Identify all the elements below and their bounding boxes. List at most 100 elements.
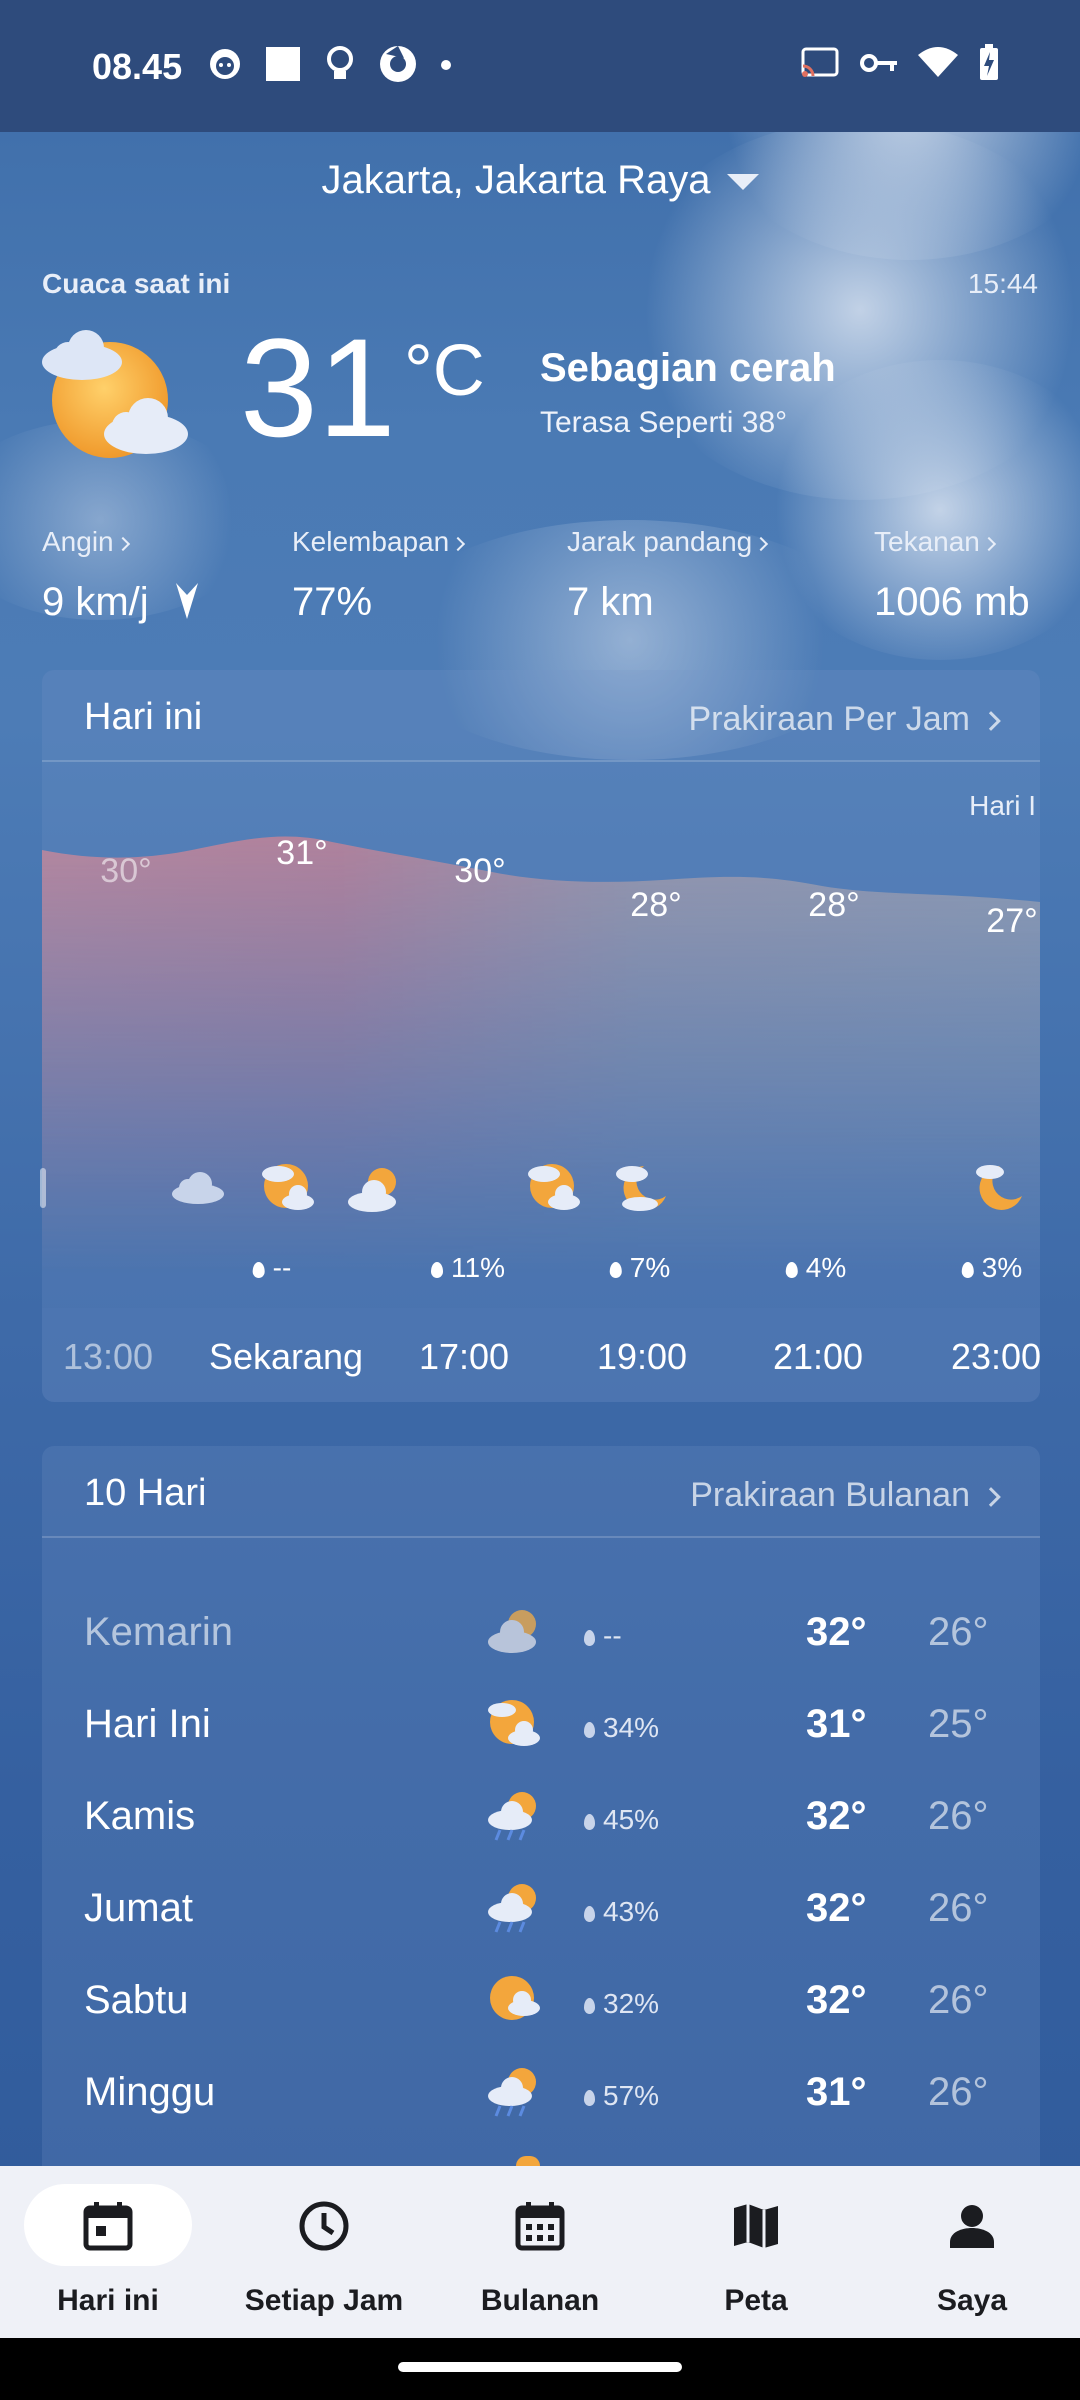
hourly-temp: 27° [986,902,1038,940]
raindrop-icon [252,1262,265,1278]
chevron-right-icon [981,711,1001,731]
day-marker: Hari I [969,790,1036,821]
day-precip: 57% [603,2080,660,2111]
cat-notification-icon [208,47,242,86]
hourly-time[interactable]: 13:00 [63,1336,153,1378]
hourly-time[interactable]: Sekarang [209,1336,363,1378]
raindrop-icon [584,1630,595,1646]
day-name: Hari Ini [84,1702,211,1746]
updated-time: 15:44 [967,268,1038,299]
nav-profile[interactable]: Saya [864,2166,1080,2338]
daily-row[interactable]: Jumat 43% 32° 26° [42,1862,1040,1954]
daily-row[interactable]: Kemarin -- 32° 26° [42,1586,1040,1678]
day-high: 32° [806,1886,867,1930]
hourly-precip: 3% [961,1252,1023,1284]
day-low: 26° [928,1978,989,2022]
aperture-icon [378,44,418,89]
day-precip: 45% [603,1804,660,1835]
rain-sun-icon [486,1880,542,1936]
vpn-key-icon [860,51,898,80]
partial-day-icon [516,2156,540,2166]
partly-cloudy-icon [486,1696,542,1752]
cast-icon [800,46,840,85]
hourly-precip: 4% [785,1252,846,1284]
home-indicator[interactable] [398,2362,682,2372]
day-low: 26° [928,1886,989,1930]
day-low: 26° [928,1794,989,1838]
partly-cloudy-icon [524,1160,580,1221]
visibility-metric[interactable]: Jarak pandang 7 km [567,526,769,625]
map-icon [730,2200,782,2252]
day-name: Kamis [84,1794,196,1838]
chevron-right-icon [981,536,996,551]
rain-sun-icon [486,2064,542,2120]
pressure-value: 1006 mb [874,580,1030,624]
raindrop-icon [961,1262,974,1278]
current-condition: Sebagian cerah [540,346,836,390]
visibility-value: 7 km [567,580,654,624]
moon-cloud-icon [614,1160,670,1221]
dot-icon [440,58,452,76]
wifi-icon [918,47,958,84]
hourly-precip-value: -- [272,1252,292,1283]
day-high: 31° [806,1702,867,1746]
raindrop-icon [609,1262,622,1278]
day-name: Minggu [84,2070,216,2114]
location-name: Jakarta, Jakarta Raya [321,158,711,202]
raindrop-icon [584,1998,595,2014]
daily-row[interactable]: Kamis 45% 32° 26° [42,1770,1040,1862]
humidity-label: Kelembapan [292,526,450,557]
battery-charging-icon [978,44,1000,87]
daily-row[interactable]: Sabtu 32% 32° 26° [42,1954,1040,2046]
nav-hourly[interactable]: Setiap Jam [216,2166,432,2338]
hourly-time[interactable]: 21:00 [773,1336,863,1378]
day-low: 25° [928,1702,989,1746]
monthly-forecast-link[interactable]: Prakiraan Bulanan [690,1476,1001,1515]
chevron-right-icon [754,536,769,551]
hourly-time[interactable]: 17:00 [419,1336,509,1378]
hourly-title: Hari ini [84,696,203,738]
temperature-unit: °C [404,331,485,411]
daily-title: 10 Hari [84,1472,207,1514]
lightbulb-icon [324,45,356,88]
hourly-precip-value: 11% [451,1252,505,1283]
rain-sun-icon [486,1788,542,1844]
chevron-right-icon [115,536,130,551]
day-high: 32° [806,1978,867,2022]
raindrop-icon [431,1262,444,1278]
nav-label: Bulanan [480,2284,600,2317]
hourly-time[interactable]: 23:00 [951,1336,1041,1378]
raindrop-icon [785,1262,798,1278]
hourly-temp: 28° [808,886,860,924]
daily-row[interactable]: Minggu 57% 31° 26° [42,2046,1040,2138]
chevron-right-icon [451,536,466,551]
nav-map[interactable]: Peta [648,2166,864,2338]
hourly-precip-value: 7% [629,1252,671,1283]
hourly-precip: -- [252,1252,292,1284]
cloud-sun-icon [346,1166,402,1219]
nav-label: Saya [936,2284,1008,2317]
gesture-bar [0,2338,1080,2400]
humidity-metric[interactable]: Kelembapan 77% [292,526,466,625]
current-weather-label: Cuaca saat ini [42,268,231,299]
hourly-forecast-card: Hari ini Prakiraan Per Jam Hari I [42,670,1040,1402]
raindrop-icon [584,2090,595,2106]
current-temperature: 31 [240,309,396,466]
day-low: 26° [928,2070,989,2114]
day-name: Kemarin [84,1610,233,1654]
daily-row[interactable]: Hari Ini 34% 31° 25° [42,1678,1040,1770]
wind-metric[interactable]: Angin 9 km/j [42,526,200,631]
square-notification-icon [264,45,302,88]
hourly-temp: 28° [630,886,682,924]
wind-value: 9 km/j [42,580,149,624]
hourly-forecast-link[interactable]: Prakiraan Per Jam [688,700,1001,739]
hourly-precip: 7% [609,1252,671,1284]
day-precip: 32% [603,1988,660,2019]
pressure-metric[interactable]: Tekanan 1006 mb [874,526,1030,625]
hourly-time[interactable]: 19:00 [597,1336,687,1378]
nav-monthly[interactable]: Bulanan [432,2166,648,2338]
hourly-precip-value: 3% [981,1252,1023,1283]
nav-today[interactable]: Hari ini [0,2166,216,2338]
day-high: 31° [806,2070,867,2114]
location-selector[interactable]: Jakarta, Jakarta Raya [0,158,1080,203]
